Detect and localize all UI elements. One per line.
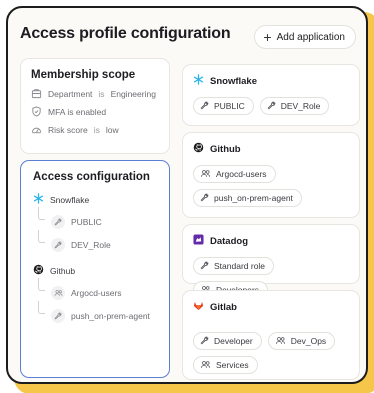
role-chip[interactable]: PUBLIC [193, 97, 254, 115]
snowflake-icon [193, 74, 204, 88]
membership-row-department: Department is Engineering [31, 88, 159, 99]
app-card-header: Datadog [193, 234, 349, 248]
chip-label: Standard role [214, 261, 266, 271]
wrench-icon [200, 101, 209, 112]
tree-connector [38, 278, 45, 291]
app-card-name: Snowflake [210, 75, 257, 87]
building-icon [31, 88, 42, 99]
role-chip[interactable]: push_on-prem-agent [193, 189, 302, 207]
app-card-header: Github [193, 142, 349, 156]
membership-connector: is [93, 124, 100, 135]
app-card-header: Gitlab [193, 300, 349, 314]
app-card-header: Snowflake [193, 74, 349, 88]
chip-label: PUBLIC [214, 101, 245, 111]
chip-label: push_on-prem-agent [214, 193, 293, 203]
access-app-name: Github [50, 265, 76, 276]
github-icon [33, 264, 44, 277]
access-item: Argocd-users [33, 278, 157, 300]
chip-label: Developer [214, 336, 253, 346]
chip-label: Services [216, 360, 249, 370]
wrench-icon [51, 238, 65, 252]
tree-connector [38, 207, 45, 220]
access-profile-panel: Access profile configuration + Add appli… [6, 6, 368, 384]
membership-label: MFA is enabled [48, 106, 107, 117]
access-item-label: DEV_Role [71, 240, 111, 250]
access-item: push_on-prem-agent [33, 301, 157, 323]
group-chip[interactable]: Services [193, 356, 258, 374]
access-app-name: Snowflake [50, 194, 90, 205]
membership-connector: is [98, 88, 105, 99]
membership-row-mfa: MFA is enabled [31, 106, 159, 117]
chip-list: Argocd-users push_on-prem-agent [193, 165, 349, 207]
users-icon [275, 336, 286, 347]
access-item: DEV_Role [33, 230, 157, 252]
tree-connector [38, 230, 45, 243]
access-item-label: Argocd-users [71, 288, 122, 298]
tree-connector [38, 301, 45, 314]
page-title: Access profile configuration [20, 25, 231, 42]
role-chip[interactable]: Developer [193, 332, 262, 350]
wrench-icon [200, 261, 209, 272]
app-card-name: Datadog [210, 235, 248, 247]
app-card-gitlab[interactable]: Gitlab Developer Dev_Ops Services [182, 290, 360, 380]
chip-list: PUBLIC DEV_Role [193, 97, 349, 115]
wrench-icon [200, 193, 209, 204]
membership-row-risk: Risk score is low [31, 124, 159, 135]
wrench-icon [51, 309, 65, 323]
access-configuration-card[interactable]: Access configuration Snowflake PUBLIC DE… [20, 160, 170, 378]
membership-value: low [105, 124, 119, 135]
access-app-github: Github [33, 264, 157, 277]
shield-icon [31, 106, 42, 117]
group-chip[interactable]: Dev_Ops [267, 332, 336, 350]
users-icon [200, 169, 211, 180]
membership-scope-title: Membership scope [31, 69, 136, 81]
access-item-label: PUBLIC [71, 217, 102, 227]
role-chip[interactable]: DEV_Role [259, 97, 330, 115]
snowflake-icon [33, 193, 44, 206]
app-card-github[interactable]: Github Argocd-users push_on-prem-agent [182, 132, 360, 218]
chip-label: DEV_Role [280, 101, 321, 111]
membership-value: Engineering [110, 88, 156, 99]
wrench-icon [51, 215, 65, 229]
access-app-snowflake: Snowflake [33, 193, 157, 206]
access-item: PUBLIC [33, 207, 157, 229]
plus-icon: + [263, 29, 272, 45]
group-chip[interactable]: Argocd-users [193, 165, 276, 183]
github-icon [193, 142, 204, 156]
app-card-snowflake[interactable]: Snowflake PUBLIC DEV_Role [182, 64, 360, 126]
role-chip[interactable]: Standard role [193, 257, 275, 275]
chip-list: Developer Dev_Ops Services [193, 332, 349, 374]
chip-label: Argocd-users [216, 169, 267, 179]
app-card-name: Github [210, 143, 241, 155]
datadog-icon [193, 234, 204, 248]
access-item-label: push_on-prem-agent [71, 311, 150, 321]
app-card-name: Gitlab [210, 301, 237, 313]
users-icon [51, 286, 65, 300]
add-application-button[interactable]: + Add application [254, 25, 356, 49]
membership-label: Risk score [48, 124, 88, 135]
app-card-datadog[interactable]: Datadog Standard role Developers [182, 224, 360, 299]
access-configuration-title: Access configuration [33, 171, 150, 183]
users-icon [200, 360, 211, 371]
gauge-icon [31, 124, 42, 135]
chip-label: Dev_Ops [290, 336, 327, 346]
membership-scope-card[interactable]: Membership scope Department is Engineeri… [20, 58, 170, 154]
wrench-icon [267, 101, 276, 112]
add-application-label: Add application [276, 31, 345, 43]
membership-label: Department [48, 88, 93, 99]
gitlab-icon [193, 300, 204, 314]
wrench-icon [200, 336, 209, 347]
